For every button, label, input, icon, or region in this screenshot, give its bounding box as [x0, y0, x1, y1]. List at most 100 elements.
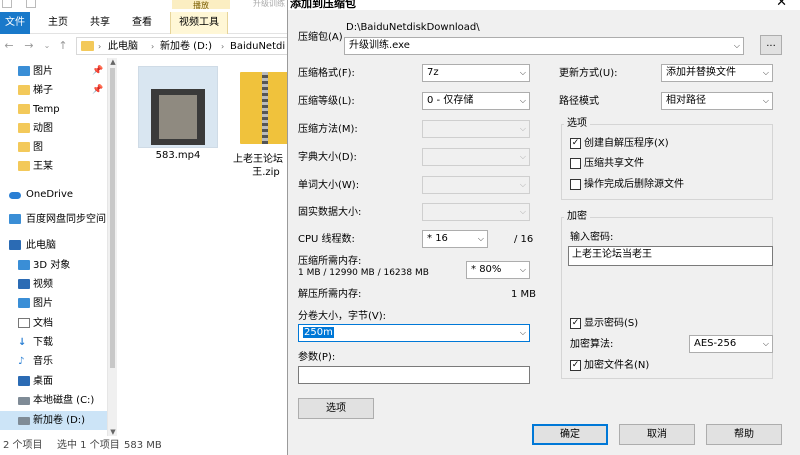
- nav-item-baidu-sync[interactable]: 百度网盘同步空间: [0, 210, 117, 229]
- close-icon[interactable]: ✕: [776, 0, 787, 10]
- nav-item-onedrive[interactable]: OneDrive: [0, 185, 117, 204]
- checkbox-box[interactable]: [570, 179, 581, 190]
- params-label: 参数(P):: [298, 352, 336, 363]
- breadcrumb-folder[interactable]: BaiduNetdi: [230, 39, 285, 54]
- chevron-down-icon[interactable]: ⌵: [520, 93, 526, 109]
- archive-name-combo[interactable]: 升级训练.exe ⌵: [344, 37, 744, 55]
- level-select[interactable]: 0 - 仅存储 ⌵: [422, 92, 530, 110]
- tab-share[interactable]: 共享: [86, 12, 114, 34]
- forward-arrow-icon[interactable]: →: [22, 39, 36, 53]
- cpu-threads-total: / 16: [514, 234, 534, 245]
- password-input[interactable]: 上老王论坛当老王: [568, 246, 773, 266]
- cpu-threads-select[interactable]: * 16 ⌵: [422, 230, 488, 248]
- nav-item-pictures[interactable]: 图片: [0, 294, 117, 313]
- chevron-down-icon[interactable]: ⌵: [520, 325, 526, 341]
- scrollbar-thumb[interactable]: [110, 68, 115, 368]
- context-tab-header: 播放: [172, 0, 230, 10]
- pin-icon[interactable]: 📌: [92, 62, 103, 81]
- nav-item-label: OneDrive: [26, 189, 74, 200]
- chevron-down-icon[interactable]: ⌵: [734, 38, 740, 54]
- delete-after-label: 操作完成后删除源文件: [584, 179, 684, 190]
- path-mode-select[interactable]: 相对路径 ⌵: [661, 92, 773, 110]
- file-item-video[interactable]: [138, 66, 218, 148]
- file-explorer-window: 播放 升级训练 文件 主页 共享 查看 视频工具 ← → ⌄ ↑ › 此电脑 ›…: [0, 0, 290, 455]
- nav-item-music[interactable]: ♪ 音乐: [0, 352, 117, 371]
- breadcrumb-drive-d[interactable]: 新加卷 (D:): [160, 39, 212, 54]
- nav-item-temp[interactable]: Temp: [0, 100, 117, 119]
- chevron-down-icon[interactable]: ⌵: [763, 65, 769, 81]
- folder-icon: [18, 123, 30, 133]
- archive-name-value: 升级训练.exe: [349, 40, 410, 51]
- breadcrumb-this-pc[interactable]: 此电脑: [108, 39, 138, 54]
- mem-percent-select[interactable]: * 80% ⌵: [466, 261, 530, 279]
- chevron-down-icon: ⌵: [519, 180, 526, 189]
- recent-locations-chevron-icon[interactable]: ⌄: [40, 39, 54, 53]
- tab-video-tools[interactable]: 视频工具: [170, 12, 228, 34]
- nav-item-documents[interactable]: 文档: [0, 314, 117, 333]
- downloads-icon: ↓: [18, 337, 27, 348]
- nav-item-label: 王某: [33, 161, 53, 172]
- tab-view[interactable]: 查看: [128, 12, 156, 34]
- nav-item-dongtu[interactable]: 动图: [0, 119, 117, 138]
- browse-button[interactable]: ...: [760, 35, 782, 55]
- tab-file[interactable]: 文件: [0, 12, 30, 34]
- up-arrow-icon[interactable]: ↑: [56, 39, 70, 53]
- documents-icon: [18, 318, 30, 328]
- checkmark-icon[interactable]: ✓: [570, 318, 581, 329]
- navigation-pane: 图片 📌 梯子 📌 Temp 动图 图 王某 OneDrive 百度网盘同步空间…: [0, 58, 117, 436]
- chevron-down-icon[interactable]: ⌵: [763, 336, 769, 352]
- pin-icon[interactable]: 📌: [92, 81, 103, 100]
- word-size-select[interactable]: ⌵: [422, 176, 530, 194]
- nav-item-downloads[interactable]: ↓ 下载: [0, 333, 117, 352]
- zip-archive-icon[interactable]: [240, 72, 290, 144]
- address-box[interactable]: › 此电脑 › 新加卷 (D:) › BaiduNetdi: [76, 37, 290, 55]
- update-mode-select[interactable]: 添加并替换文件 ⌵: [661, 64, 773, 82]
- cancel-button[interactable]: 取消: [619, 424, 695, 445]
- qat-button[interactable]: [2, 0, 12, 8]
- nav-item-label: 此电脑: [26, 240, 56, 251]
- checkbox-box[interactable]: [570, 158, 581, 169]
- cpu-star: *: [427, 233, 436, 244]
- video-thumbnail-icon: [151, 89, 205, 145]
- back-arrow-icon[interactable]: ←: [2, 39, 16, 53]
- compress-shared-label: 压缩共享文件: [584, 158, 644, 169]
- nav-item-wangmou[interactable]: 王某: [0, 157, 117, 176]
- checkmark-icon[interactable]: ✓: [570, 138, 581, 149]
- method-label: 压缩方法(M):: [298, 124, 358, 135]
- tab-home[interactable]: 主页: [44, 12, 72, 34]
- format-select[interactable]: 7z ⌵: [422, 64, 530, 82]
- chevron-down-icon[interactable]: ⌵: [478, 231, 484, 247]
- checkmark-icon[interactable]: ✓: [570, 360, 581, 371]
- drive-icon: [18, 417, 30, 425]
- dict-size-select[interactable]: ⌵: [422, 148, 530, 166]
- nav-item-pictures-quick[interactable]: 图片 📌: [0, 62, 117, 81]
- scroll-up-icon[interactable]: ▲: [109, 58, 117, 66]
- create-sfx-label: 创建自解压程序(X): [584, 138, 669, 149]
- nav-item-drive-c[interactable]: 本地磁盘 (C:): [0, 391, 117, 410]
- split-volume-combo[interactable]: 250m ⌵: [298, 324, 530, 342]
- nav-item-videos[interactable]: 视频: [0, 275, 117, 294]
- file-name-video[interactable]: 583.mp4: [133, 150, 223, 161]
- nav-item-label: 本地磁盘 (C:): [33, 395, 95, 406]
- chevron-down-icon[interactable]: ⌵: [520, 262, 526, 278]
- nav-item-this-pc[interactable]: 此电脑: [0, 236, 117, 255]
- nav-item-tu[interactable]: 图: [0, 138, 117, 157]
- help-button[interactable]: 帮助: [706, 424, 782, 445]
- chevron-down-icon[interactable]: ⌵: [520, 65, 526, 81]
- method-select[interactable]: ⌵: [422, 120, 530, 138]
- scroll-down-icon[interactable]: ▼: [109, 428, 117, 436]
- nav-item-3d-objects[interactable]: 3D 对象: [0, 256, 117, 275]
- solid-block-select[interactable]: ⌵: [422, 203, 530, 221]
- nav-item-desktop[interactable]: 桌面: [0, 372, 117, 391]
- qat-checkbox-icon[interactable]: [26, 0, 36, 8]
- encryption-method-select[interactable]: AES-256 ⌵: [689, 335, 773, 353]
- ok-button[interactable]: 确定: [532, 424, 608, 445]
- options-button[interactable]: 选项: [298, 398, 374, 419]
- nav-scrollbar[interactable]: ▲ ▼: [107, 58, 117, 436]
- nav-item-tizi[interactable]: 梯子 📌: [0, 81, 117, 100]
- params-input[interactable]: [298, 366, 530, 384]
- chevron-down-icon[interactable]: ⌵: [763, 93, 769, 109]
- nav-item-drive-d[interactable]: 新加卷 (D:): [0, 411, 117, 430]
- breadcrumb-separator-icon: ›: [98, 42, 102, 51]
- desktop-icon: [18, 376, 30, 386]
